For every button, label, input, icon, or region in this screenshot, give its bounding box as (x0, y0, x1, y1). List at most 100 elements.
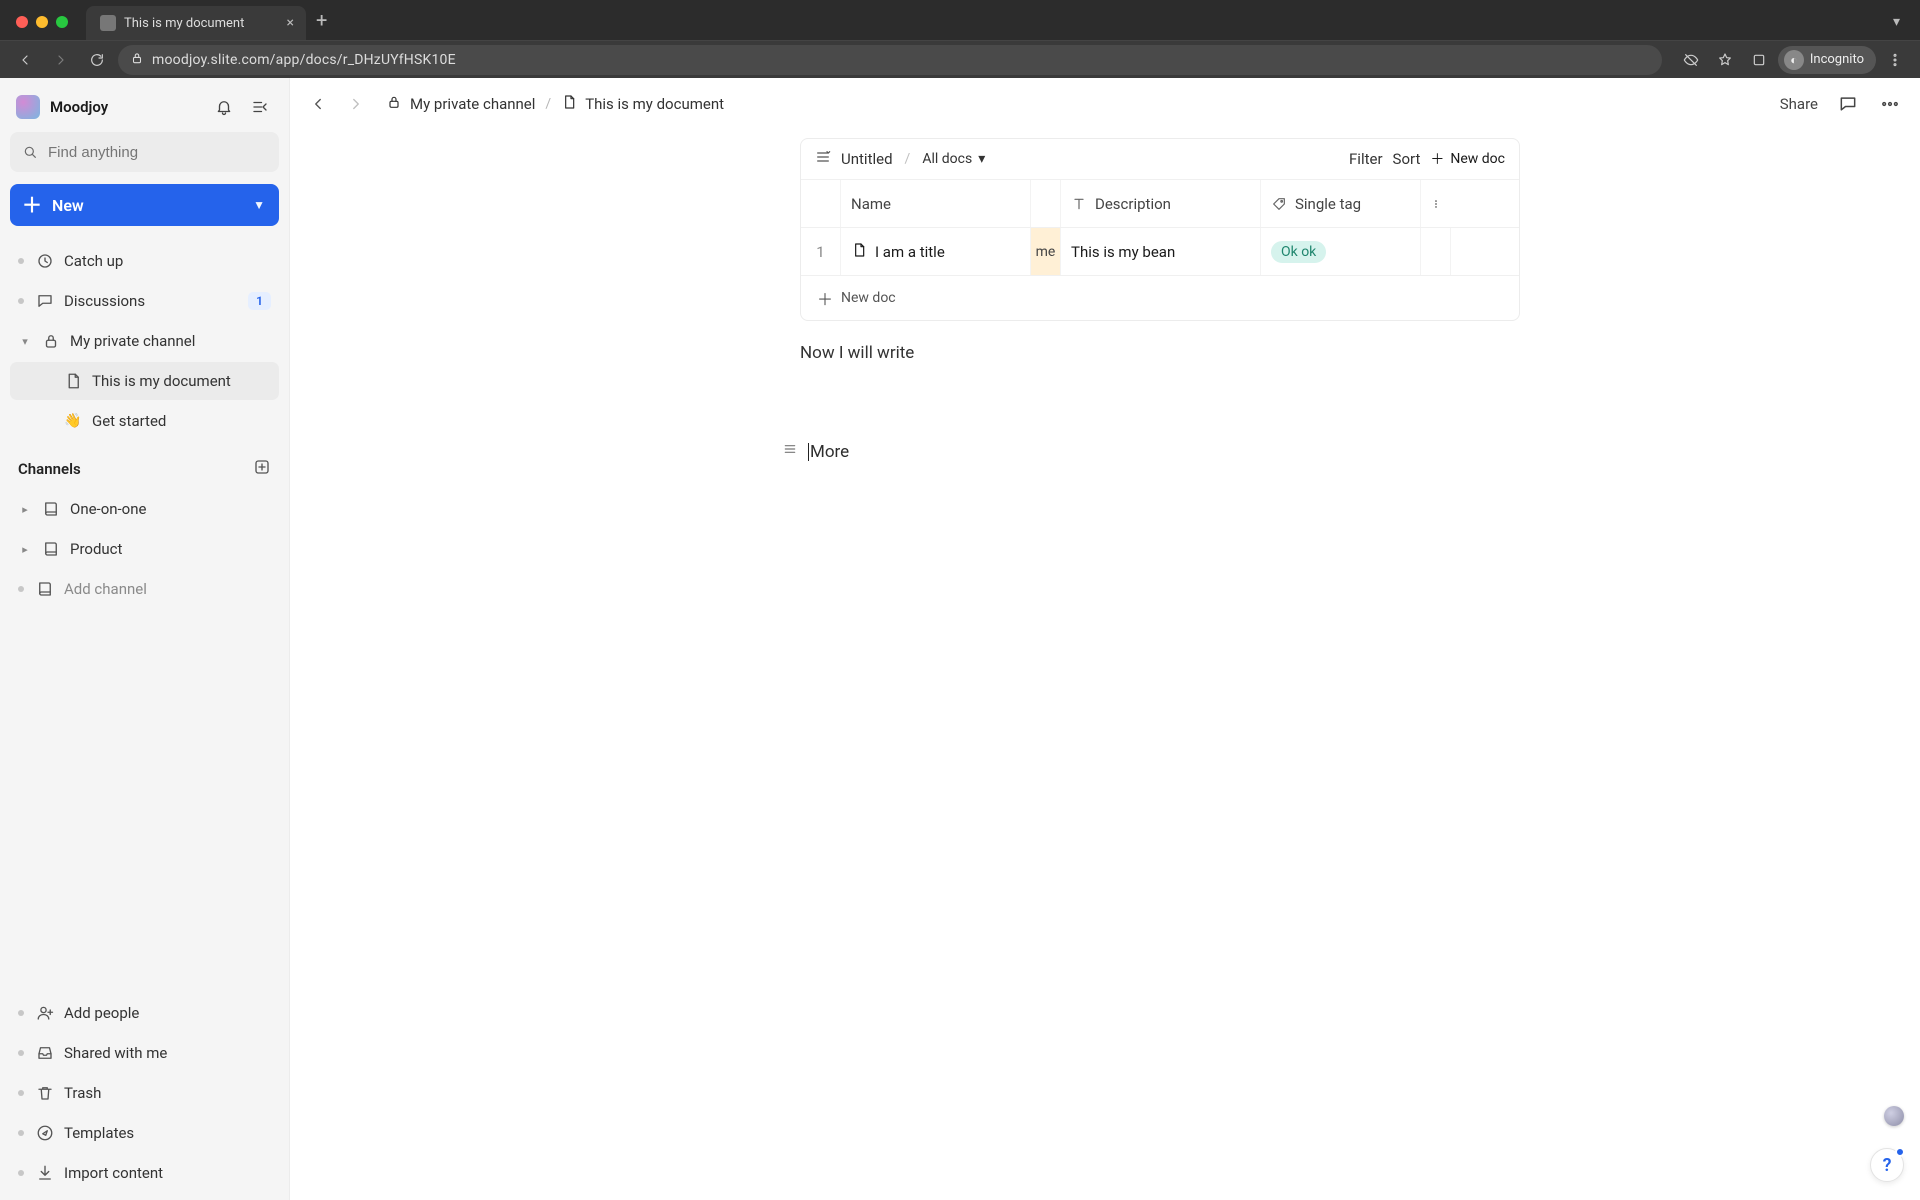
plus-icon: ＋ (817, 286, 833, 310)
filter-button[interactable]: Filter (1349, 150, 1383, 168)
kebab-icon (1431, 196, 1441, 212)
footer-label: Templates (64, 1124, 271, 1142)
footer-import[interactable]: Import content (10, 1154, 279, 1192)
row-trailing (1421, 228, 1451, 275)
sidebar-doc-get-started[interactable]: 👋 Get started (10, 402, 279, 440)
history-back-button[interactable] (304, 90, 332, 118)
col-single-tag[interactable]: Single tag (1261, 180, 1421, 227)
row-highlight-fragment: me (1031, 228, 1061, 275)
tab-close-icon[interactable]: × (287, 15, 294, 31)
col-description[interactable]: Description (1061, 180, 1261, 227)
nav-catch-up[interactable]: Catch up (10, 242, 279, 280)
bullet-icon (18, 586, 24, 592)
share-button[interactable]: Share (1780, 95, 1818, 113)
bullet-icon (18, 1010, 24, 1016)
workspace-name: Moodjoy (50, 98, 201, 116)
body-paragraph[interactable]: Now I will write (800, 343, 1520, 363)
discussions-badge: 1 (248, 292, 271, 310)
sidebar-nav: Catch up Discussions 1 My private channe… (10, 242, 279, 608)
channels-header: Channels (10, 442, 279, 488)
col-more-menu[interactable] (1421, 180, 1451, 227)
body-more-line[interactable]: More (782, 441, 1520, 462)
new-channel-icon[interactable] (253, 458, 271, 480)
tab-overflow-icon[interactable]: ▾ (1883, 14, 1910, 40)
browser-tab[interactable]: This is my document × (86, 6, 306, 40)
add-channel[interactable]: Add channel (10, 570, 279, 608)
footer-label: Trash (64, 1084, 271, 1102)
browser-menu-icon[interactable] (1880, 45, 1910, 75)
more-text: More (810, 442, 849, 462)
nav-label: Discussions (64, 292, 238, 310)
channel-label: Product (70, 540, 271, 558)
sidebar-item-private-channel[interactable]: My private channel (10, 322, 279, 360)
more-menu-icon[interactable] (1878, 92, 1902, 116)
table-new-doc-button[interactable]: ＋ New doc (1430, 149, 1505, 169)
search-icon (22, 144, 38, 160)
breadcrumb-sep: / (545, 96, 551, 112)
app: Moodjoy ＋ New ▼ (0, 78, 1920, 1200)
window-minimize-icon[interactable] (36, 16, 48, 28)
bullet-icon (18, 1170, 24, 1176)
search-input[interactable] (48, 144, 267, 161)
nav-discussions[interactable]: Discussions 1 (10, 282, 279, 320)
row-description-cell[interactable]: This is my bean (1061, 228, 1261, 275)
channel-one-on-one[interactable]: One-on-one (10, 490, 279, 528)
footer-shared[interactable]: Shared with me (10, 1034, 279, 1072)
footer-add-people[interactable]: Add people (10, 994, 279, 1032)
notifications-bell-icon[interactable] (211, 94, 237, 120)
comments-icon[interactable] (1836, 92, 1860, 116)
collapse-sidebar-icon[interactable] (247, 94, 273, 120)
topbar-actions: Share (1780, 92, 1902, 116)
tag-pill: Ok ok (1271, 241, 1326, 263)
main: My private channel / This is my document… (290, 78, 1920, 1200)
table-row[interactable]: 1 I am a title me This is my bean (801, 228, 1519, 276)
footer-templates[interactable]: Templates (10, 1114, 279, 1152)
row-name-cell[interactable]: I am a title (841, 228, 1031, 275)
nav-back-button[interactable] (10, 45, 40, 75)
bookmark-star-icon[interactable] (1710, 45, 1740, 75)
history-forward-button[interactable] (342, 90, 370, 118)
view-title[interactable]: Untitled (841, 150, 893, 168)
chevron-down-icon[interactable] (18, 335, 32, 348)
col-description-label: Description (1095, 195, 1171, 213)
lock-icon (42, 332, 60, 350)
browser-toolbar: moodjoy.slite.com/app/docs/r_DHzUYfHSK10… (0, 40, 1920, 78)
row-tag-cell[interactable]: Ok ok (1261, 228, 1421, 275)
presence-avatar-icon[interactable] (1884, 1106, 1904, 1126)
window-zoom-icon[interactable] (56, 16, 68, 28)
window-close-icon[interactable] (16, 16, 28, 28)
help-fab[interactable]: ? (1870, 1148, 1904, 1182)
tab-title: This is my document (124, 16, 279, 31)
sort-button[interactable]: Sort (1393, 150, 1421, 168)
nav-forward-button[interactable] (46, 45, 76, 75)
reload-button[interactable] (82, 45, 112, 75)
list-icon (782, 441, 798, 462)
incognito-indicator[interactable]: ◐ Incognito (1778, 46, 1876, 74)
doc-label: Get started (92, 412, 271, 430)
workspace-switcher[interactable]: Moodjoy (10, 90, 279, 132)
table-new-row[interactable]: ＋ New doc (801, 276, 1519, 320)
tracking-eye-icon[interactable] (1676, 45, 1706, 75)
sidebar: Moodjoy ＋ New ▼ (0, 78, 290, 1200)
view-picker[interactable]: All docs ▾ (922, 151, 985, 167)
new-button[interactable]: ＋ New ▼ (10, 184, 279, 226)
new-tab-button[interactable]: + (306, 8, 337, 40)
chevron-right-icon[interactable] (18, 543, 32, 556)
breadcrumb: My private channel / This is my document (386, 94, 724, 114)
chevron-right-icon[interactable] (18, 503, 32, 516)
search-bar[interactable] (10, 132, 279, 172)
channel-product[interactable]: Product (10, 530, 279, 568)
footer-trash[interactable]: Trash (10, 1074, 279, 1112)
extensions-icon[interactable] (1744, 45, 1774, 75)
col-name[interactable]: Name (841, 180, 1031, 227)
breadcrumb-parent[interactable]: My private channel (386, 94, 535, 114)
plus-icon: ＋ (22, 195, 42, 215)
download-icon (36, 1164, 54, 1182)
browser-chrome: This is my document × + ▾ moodjoy.slite.… (0, 0, 1920, 78)
breadcrumb-current[interactable]: This is my document (561, 94, 724, 114)
tag-icon (1271, 196, 1287, 212)
row-name: I am a title (875, 243, 945, 261)
address-bar[interactable]: moodjoy.slite.com/app/docs/r_DHzUYfHSK10… (118, 45, 1662, 75)
new-button-label: New (52, 196, 84, 215)
sidebar-doc-current[interactable]: This is my document (10, 362, 279, 400)
